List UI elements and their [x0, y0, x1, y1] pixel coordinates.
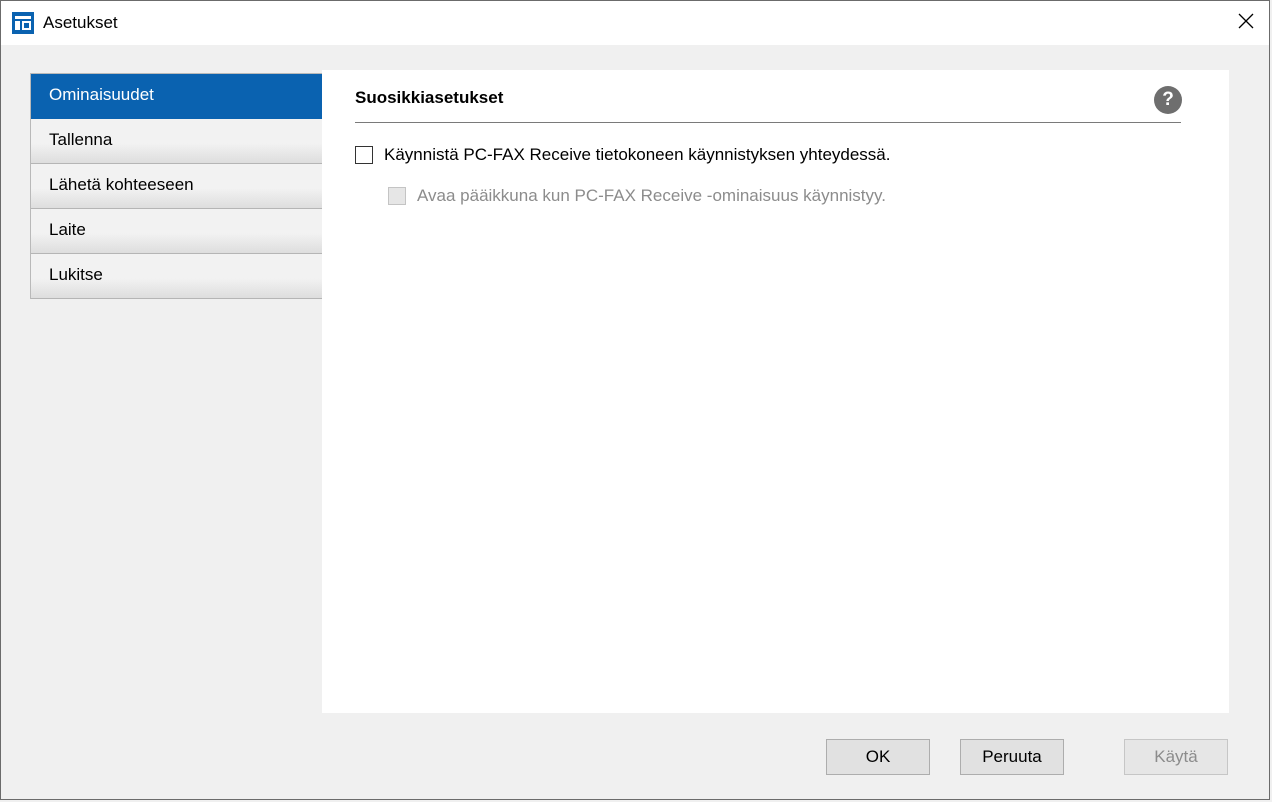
category-sidebar: Ominaisuudet Tallenna Lähetä kohteeseen … [30, 73, 323, 299]
title-bar: Asetukset [1, 1, 1269, 45]
ok-button[interactable]: OK [826, 739, 930, 775]
cancel-button[interactable]: Peruuta [960, 739, 1064, 775]
sidebar-item-label: Lukitse [49, 265, 103, 284]
settings-window-icon [12, 12, 34, 34]
open-main-window-checkbox [388, 187, 406, 205]
sidebar-item-lukitse[interactable]: Lukitse [31, 254, 322, 299]
sidebar-item-label: Lähetä kohteeseen [49, 175, 194, 194]
sidebar-item-label: Ominaisuudet [49, 85, 154, 104]
startup-option[interactable]: Käynnistä PC-FAX Receive tietokoneen käy… [355, 145, 891, 165]
startup-checkbox[interactable] [355, 146, 373, 164]
sidebar-item-label: Tallenna [49, 130, 113, 149]
sidebar-item-label: Laite [49, 220, 86, 239]
open-main-window-option: Avaa pääikkuna kun PC-FAX Receive -omina… [388, 186, 886, 206]
section-divider [355, 122, 1181, 123]
section-title: Suosikkiasetukset [355, 88, 504, 107]
apply-button: Käytä [1124, 739, 1228, 775]
window-title: Asetukset [43, 13, 118, 32]
sidebar-item-ominaisuudet[interactable]: Ominaisuudet [31, 74, 322, 119]
sidebar-item-laheta-kohteeseen[interactable]: Lähetä kohteeseen [31, 164, 322, 209]
close-icon [1238, 13, 1254, 34]
help-icon[interactable]: ? [1154, 86, 1182, 114]
startup-checkbox-label: Käynnistä PC-FAX Receive tietokoneen käy… [384, 145, 891, 164]
open-main-window-label: Avaa pääikkuna kun PC-FAX Receive -omina… [417, 186, 886, 205]
settings-window: Asetukset Ominaisuudet Tallenna Lähetä k… [0, 0, 1270, 800]
sidebar-item-laite[interactable]: Laite [31, 209, 322, 254]
sidebar-item-tallenna[interactable]: Tallenna [31, 119, 322, 164]
settings-panel: Suosikkiasetukset ? Käynnistä PC-FAX Rec… [322, 70, 1229, 713]
close-button[interactable] [1223, 1, 1269, 45]
